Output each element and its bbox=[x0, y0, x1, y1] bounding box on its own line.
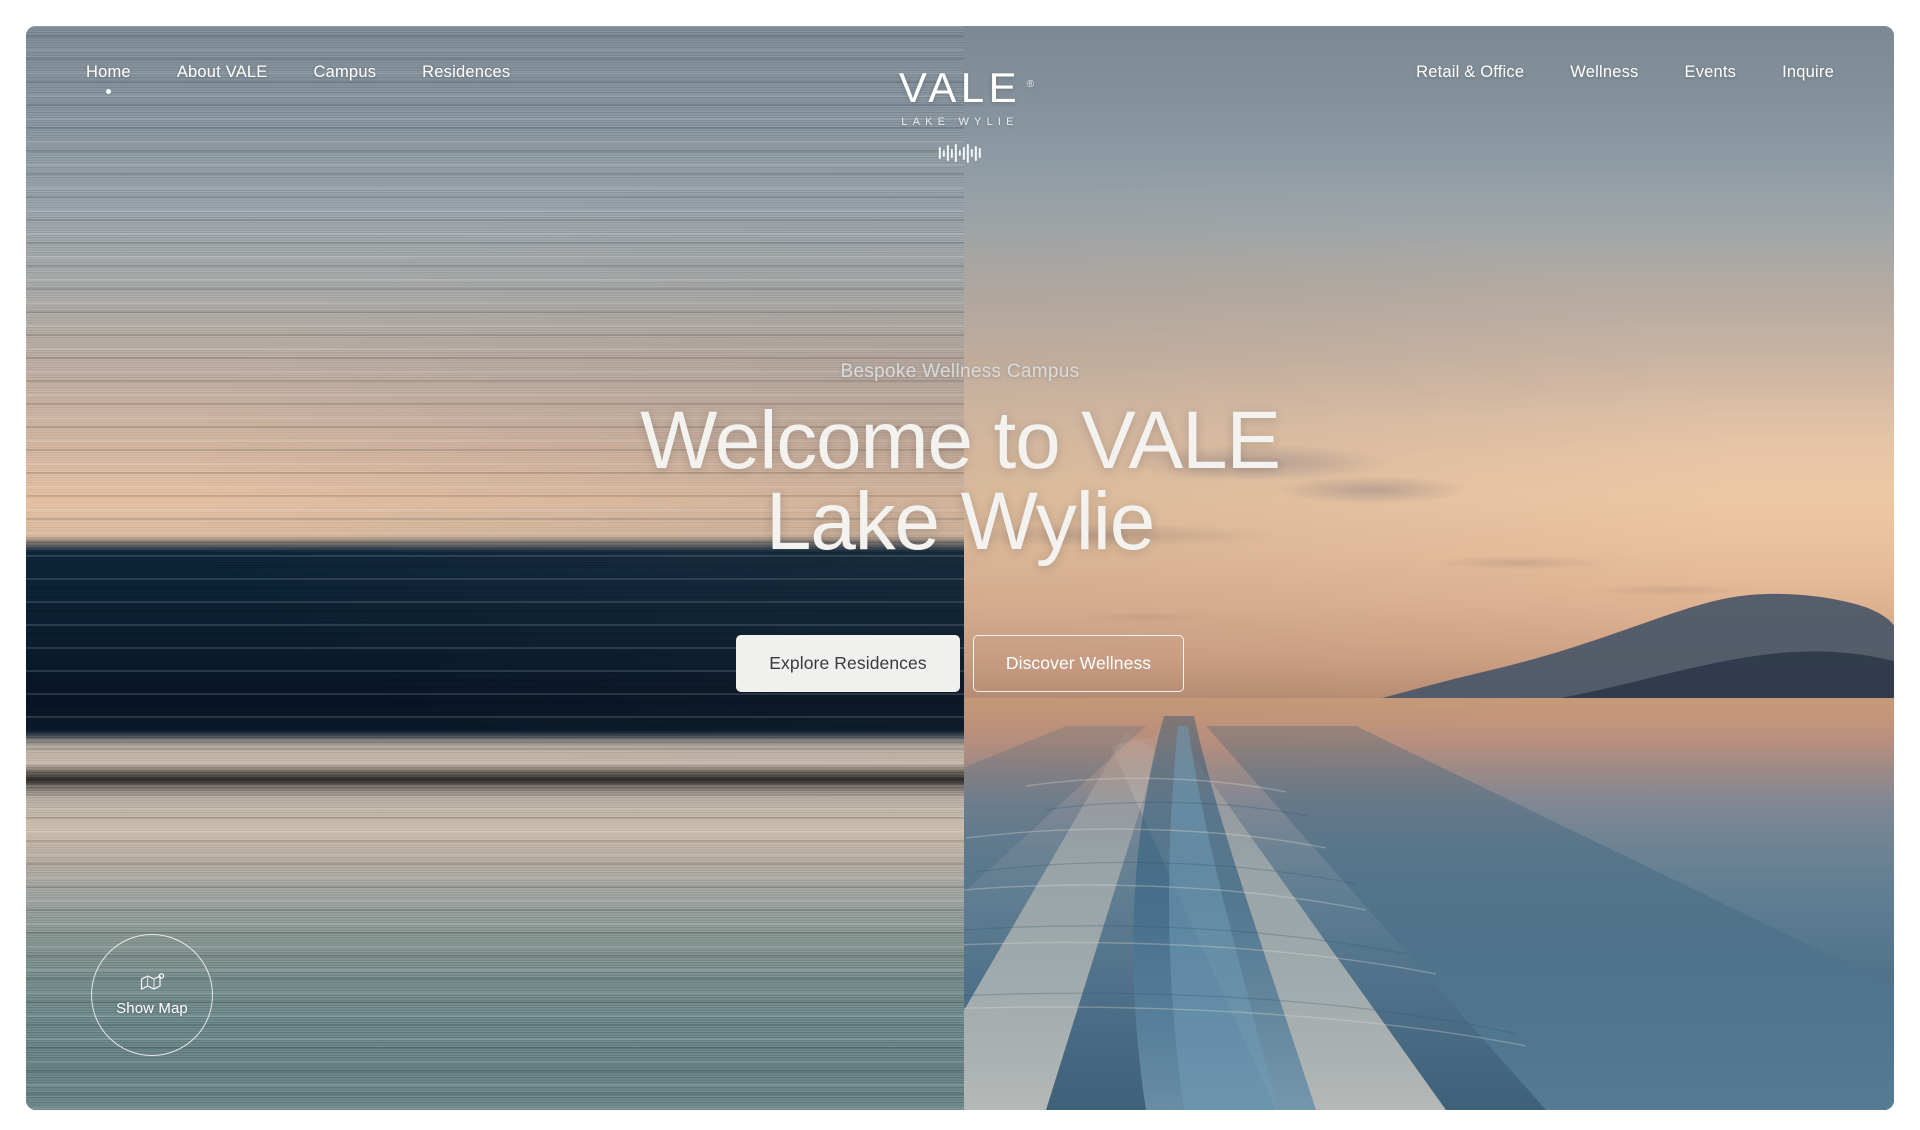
nav-item-home[interactable]: Home bbox=[86, 62, 131, 96]
nav-label: Campus bbox=[313, 63, 377, 81]
nav-item-inquire[interactable]: Inquire bbox=[1782, 62, 1834, 96]
hero-copy: Bespoke Wellness Campus Welcome to VALE … bbox=[26, 360, 1894, 567]
nav-item-about-vale[interactable]: About VALE bbox=[177, 62, 268, 96]
discover-wellness-button[interactable]: Discover Wellness bbox=[973, 635, 1184, 692]
map-pin-icon bbox=[139, 972, 165, 993]
nav-item-wellness[interactable]: Wellness bbox=[1570, 62, 1638, 96]
explore-residences-button[interactable]: Explore Residences bbox=[736, 635, 960, 692]
active-indicator-dot bbox=[105, 89, 111, 94]
nav-left-group: Home About VALE Campus Residences bbox=[86, 62, 510, 96]
nav-right-group: Retail & Office Wellness Events Inquire bbox=[1416, 62, 1834, 96]
nav-label: Wellness bbox=[1570, 63, 1639, 81]
nav-item-residences[interactable]: Residences bbox=[422, 62, 510, 96]
nav-label: Retail & Office bbox=[1416, 63, 1525, 81]
hero-cta-row: Explore Residences Discover Wellness bbox=[26, 635, 1894, 692]
headline-line-2: Lake Wylie bbox=[765, 476, 1156, 567]
show-map-label: Show Map bbox=[116, 999, 188, 1017]
nav-label: Home bbox=[86, 63, 131, 81]
nav-label: Events bbox=[1684, 63, 1737, 81]
hero-eyebrow: Bespoke Wellness Campus bbox=[840, 361, 1080, 382]
hero-background-photo bbox=[26, 26, 1894, 1110]
nav-item-campus[interactable]: Campus bbox=[314, 62, 377, 96]
nav-item-events[interactable]: Events bbox=[1684, 62, 1736, 96]
nav-label: Inquire bbox=[1782, 63, 1834, 81]
show-map-button[interactable]: Show Map bbox=[91, 934, 213, 1056]
main-navigation: Home About VALE Campus Residences Retail… bbox=[26, 26, 1894, 146]
nav-label: About VALE bbox=[176, 63, 268, 81]
nav-item-retail-office[interactable]: Retail & Office bbox=[1416, 62, 1524, 96]
headline-line-1: Welcome to VALE bbox=[640, 395, 1281, 486]
hero-section: Home About VALE Campus Residences Retail… bbox=[26, 26, 1894, 1110]
nav-label: Residences bbox=[422, 63, 511, 81]
page-root: Home About VALE Campus Residences Retail… bbox=[0, 0, 1920, 1130]
hero-headline: Welcome to VALE Lake Wylie bbox=[26, 395, 1894, 567]
